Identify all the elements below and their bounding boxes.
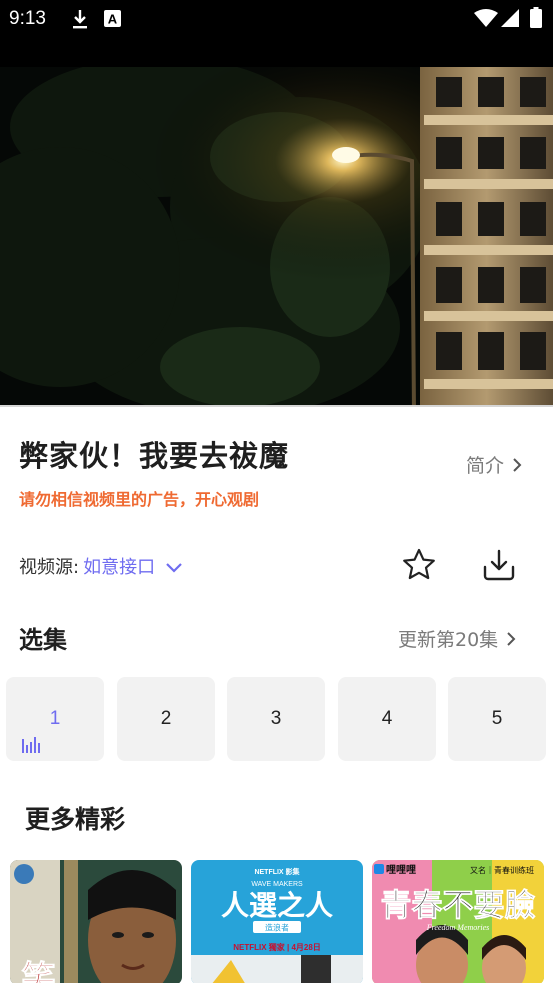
intro-label: 简介 [466, 455, 505, 477]
episodes-more-link[interactable]: 更新第20集 [398, 625, 516, 652]
download-icon [483, 549, 515, 581]
source-value[interactable]: 如意接口 [83, 553, 155, 579]
episode-button[interactable]: 5 [448, 677, 546, 761]
favorite-button[interactable] [401, 547, 437, 583]
battery-icon [530, 7, 542, 32]
poster-title: 笑傲 [15, 960, 55, 983]
recommend-title: 更多精彩 [25, 805, 126, 834]
video-divider [0, 405, 553, 407]
episode-number: 3 [270, 708, 282, 729]
poster-tag: 造浪者 [265, 923, 289, 933]
chevron-right-icon [507, 631, 516, 646]
episode-button[interactable]: 3 [227, 677, 325, 761]
ad-notice: 请勿相信视频里的广告，开心观剧 [19, 490, 260, 509]
poster-title: 青春不要臉 [381, 888, 536, 924]
status-time: 9:13 [9, 8, 46, 29]
poster-brand: 哩哩哩 [386, 864, 416, 876]
episodes-update-label: 更新第20集 [398, 629, 499, 651]
chevron-right-icon [513, 457, 522, 472]
svg-text:A: A [108, 12, 118, 27]
episode-number: 2 [160, 708, 172, 729]
recommend-list: 笑傲 NETFLIX 影集 WAVE MAKERS 人選之人 造浪者 NETFL… [10, 860, 545, 983]
episode-number: 4 [381, 708, 393, 729]
star-icon [403, 548, 435, 580]
episode-button[interactable]: 1 [6, 677, 104, 761]
episode-number: 1 [49, 708, 61, 729]
poster-image: 哩哩哩 又名｜青春训练班 青春不要臉 Freedom Memories [372, 860, 544, 983]
poster-en-title: Freedom Memories [426, 923, 490, 932]
signal-icon [501, 9, 519, 31]
poster-alt-name: 又名｜青春训练班 [470, 865, 534, 875]
poster-date: NETFLIX 獨家 | 4月28日 [233, 942, 321, 952]
chevron-down-icon[interactable] [165, 561, 183, 573]
poster-subtitle: WAVE MAKERS [251, 881, 303, 888]
poster-title: 人選之人 [221, 889, 333, 922]
video-title: 弊家伙！我要去祓魔 [19, 439, 290, 473]
source-selector[interactable]: 视频源: 如意接口 [19, 553, 183, 579]
episode-list: 1 2 3 4 5 [6, 677, 551, 761]
poster-image: NETFLIX 影集 WAVE MAKERS 人選之人 造浪者 NETFLIX … [191, 860, 363, 983]
poster-card[interactable]: NETFLIX 影集 WAVE MAKERS 人選之人 造浪者 NETFLIX … [191, 860, 363, 983]
wifi-icon [474, 9, 498, 31]
intro-link[interactable]: 简介 [466, 451, 522, 478]
poster-card[interactable]: 笑傲 [10, 860, 182, 983]
poster-brand: NETFLIX 影集 [254, 867, 300, 876]
a-notification-icon: A [104, 10, 121, 31]
now-playing-icon [22, 737, 40, 753]
status-bar: 9:13 A [0, 0, 553, 36]
poster-card[interactable]: 哩哩哩 又名｜青春训练班 青春不要臉 Freedom Memories [372, 860, 544, 983]
source-label: 视频源: [19, 557, 80, 578]
poster-title-art: 笑傲 [15, 959, 56, 983]
episode-button[interactable]: 4 [338, 677, 436, 761]
video-player[interactable] [0, 36, 553, 407]
video-frame [0, 67, 553, 407]
episode-button[interactable]: 2 [117, 677, 215, 761]
episode-number: 5 [491, 708, 503, 729]
download-icon [70, 8, 90, 34]
episodes-title: 选集 [19, 626, 67, 654]
download-button[interactable] [481, 547, 517, 583]
